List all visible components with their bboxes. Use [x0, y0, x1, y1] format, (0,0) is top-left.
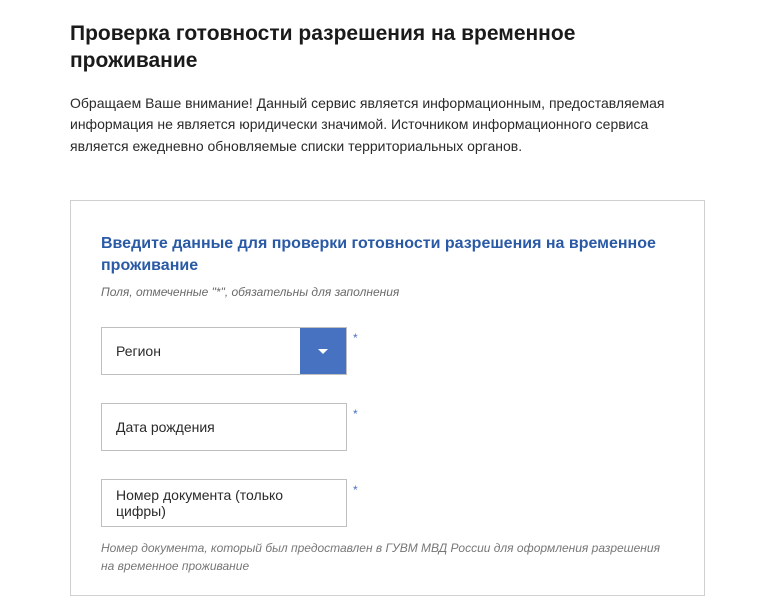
region-select[interactable]: Регион [101, 327, 347, 375]
dob-field-row: Дата рождения * [101, 403, 674, 451]
dob-required-marker: * [353, 407, 358, 421]
docnum-required-marker: * [353, 483, 358, 497]
region-select-toggle[interactable] [300, 328, 346, 374]
docnum-placeholder: Номер документа (только цифры) [116, 487, 332, 519]
form-heading: Введите данные для проверки готовности р… [101, 233, 674, 278]
intro-paragraph: Обращаем Ваше внимание! Данный сервис яв… [70, 93, 705, 158]
docnum-hint: Номер документа, который был предоставле… [101, 539, 674, 575]
region-required-marker: * [353, 331, 358, 345]
region-field-row: Регион * [101, 327, 674, 375]
dob-placeholder: Дата рождения [116, 419, 215, 435]
dob-input[interactable]: Дата рождения [101, 403, 347, 451]
region-select-placeholder: Регион [102, 328, 300, 374]
page-title: Проверка готовности разрешения на времен… [70, 20, 705, 75]
form-container: Введите данные для проверки готовности р… [70, 200, 705, 596]
chevron-down-icon [318, 349, 328, 354]
required-fields-note: Поля, отмеченные "*", обязательны для за… [101, 285, 674, 299]
docnum-field-row: Номер документа (только цифры) * [101, 479, 674, 527]
docnum-input[interactable]: Номер документа (только цифры) [101, 479, 347, 527]
